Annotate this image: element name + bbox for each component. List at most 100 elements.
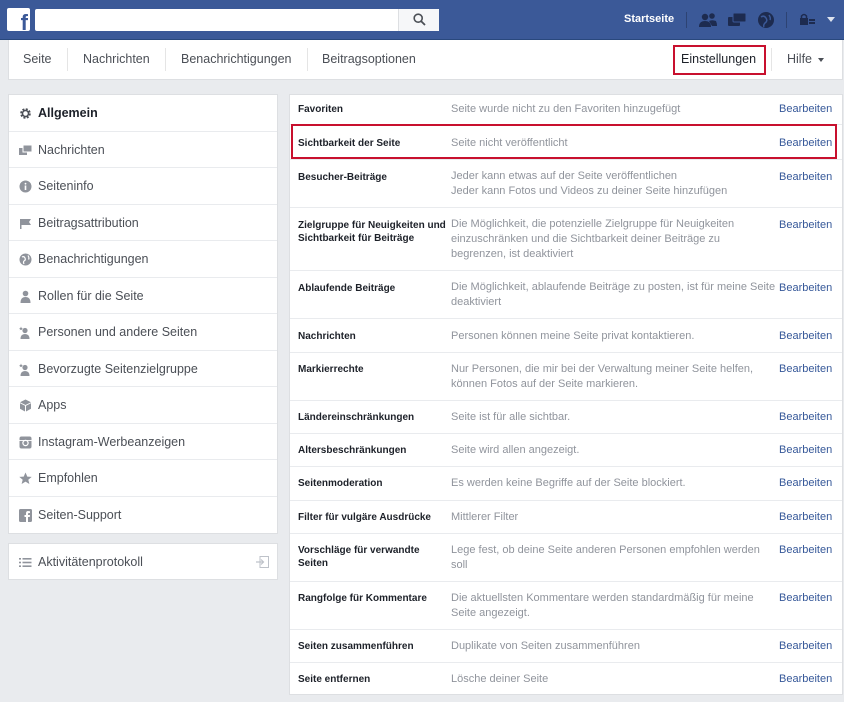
account-menu-chevron-down-icon[interactable] bbox=[827, 17, 835, 22]
settings-row-besucher: Besucher-Beiträge Jeder kann etwas auf d… bbox=[290, 160, 842, 208]
sidebar-item-seiteninfo[interactable]: Seiteninfo bbox=[9, 168, 277, 205]
sidebar-item-apps[interactable]: Apps bbox=[9, 387, 277, 424]
sidebar-item-support[interactable]: Seiten-Support bbox=[9, 497, 277, 534]
tab-seite[interactable]: Seite bbox=[23, 40, 52, 79]
edit-link[interactable]: Bearbeiten bbox=[779, 640, 832, 652]
setting-name: Seite entfernen bbox=[298, 674, 371, 685]
tab-hilfe[interactable]: Hilfe bbox=[787, 40, 825, 79]
setting-name: Filter für vulgäre Ausdrücke bbox=[298, 512, 431, 523]
setting-description: Mittlerer Filter bbox=[451, 511, 519, 523]
setting-description: Jeder kann etwas auf der Seite veröffent… bbox=[451, 170, 728, 197]
sidebar-item-label: Bevorzugte Seitenzielgruppe bbox=[38, 361, 198, 376]
sidebar-item-nachrichten[interactable]: Nachrichten bbox=[9, 132, 277, 168]
settings-row-ablaufend: Ablaufende Beiträge Die Möglichkeit, abl… bbox=[290, 271, 842, 319]
sidebar-item-beitragsattribution[interactable]: Beitragsattribution bbox=[9, 205, 277, 241]
facebook-logo-letter: f bbox=[20, 10, 28, 32]
setting-description: Seite wird allen angezeigt. bbox=[451, 444, 580, 456]
tab-beitragsoptionen[interactable]: Beitragsoptionen bbox=[322, 40, 416, 79]
settings-row-laender: Ländereinschränkungen Seite ist für alle… bbox=[290, 401, 842, 434]
settings-row-filter: Filter für vulgäre Ausdrücke Mittlerer F… bbox=[290, 501, 842, 534]
info-icon bbox=[19, 180, 32, 193]
top-bar: f Startseite bbox=[0, 0, 844, 40]
tab-hilfe-label: Hilfe bbox=[787, 52, 813, 66]
sidebar-item-label: Nachrichten bbox=[38, 142, 105, 157]
tab-separator bbox=[307, 48, 308, 71]
setting-description: Die Möglichkeit, die potenzielle Zielgru… bbox=[451, 218, 735, 260]
sidebar-item-label: Seiteninfo bbox=[38, 179, 94, 193]
tab-separator bbox=[165, 48, 166, 71]
selected-row-highlight bbox=[291, 124, 837, 159]
settings-panel: Favoriten Seite wurde nicht zu den Favor… bbox=[289, 94, 843, 695]
edit-link[interactable]: Bearbeiten bbox=[779, 411, 832, 423]
sidebar-item-benachrichtigungen[interactable]: Benachrichtigungen bbox=[9, 241, 277, 278]
setting-description: Lege fest, ob deine Seite anderen Person… bbox=[451, 544, 760, 571]
privacy-icon[interactable] bbox=[798, 11, 816, 29]
tab-nachrichten[interactable]: Nachrichten bbox=[83, 40, 150, 79]
edit-link[interactable]: Bearbeiten bbox=[779, 330, 832, 342]
edit-link[interactable]: Bearbeiten bbox=[779, 363, 832, 375]
top-separator bbox=[686, 12, 687, 28]
settings-row-entfernen: Seite entfernen Lösche deiner Seite Bear… bbox=[290, 663, 842, 694]
flag-icon bbox=[20, 218, 31, 229]
edit-link[interactable]: Bearbeiten bbox=[779, 282, 832, 294]
edit-link[interactable]: Bearbeiten bbox=[779, 103, 832, 115]
setting-description: Es werden keine Begriffe auf der Seite b… bbox=[451, 477, 686, 489]
tab-benachrichtigungen[interactable]: Benachrichtigungen bbox=[181, 40, 292, 79]
notifications-globe-icon[interactable] bbox=[756, 11, 776, 29]
edit-link[interactable]: Bearbeiten bbox=[779, 444, 832, 456]
facebook-logo-icon[interactable]: f bbox=[7, 8, 30, 31]
search-icon bbox=[413, 13, 426, 26]
sidebar-item-zielgruppe[interactable]: Bevorzugte Seitenzielgruppe bbox=[9, 351, 277, 387]
setting-name: Seiten zusammenführen bbox=[298, 641, 414, 652]
friends-icon[interactable] bbox=[698, 11, 718, 29]
setting-description: Lösche deiner Seite bbox=[451, 673, 549, 685]
setting-name: Vorschläge für verwandte Seiten bbox=[298, 545, 420, 569]
edit-link[interactable]: Bearbeiten bbox=[779, 511, 832, 523]
sidebar-item-label: Apps bbox=[38, 398, 67, 412]
person-star-icon bbox=[19, 326, 30, 339]
sidebar-item-label: Benachrichtigungen bbox=[38, 252, 149, 266]
setting-description: Seite ist für alle sichtbar. bbox=[451, 411, 571, 423]
edit-link[interactable]: Bearbeiten bbox=[779, 592, 832, 604]
page-tabs: Seite Nachrichten Benachrichtigungen Bei… bbox=[8, 40, 843, 80]
open-external-icon[interactable] bbox=[256, 556, 269, 568]
messages-icon[interactable] bbox=[727, 11, 747, 29]
sidebar-item-label: Beitragsattribution bbox=[38, 215, 139, 230]
settings-row-markierrechte: Markierrechte Nur Personen, die mir bei … bbox=[290, 353, 842, 401]
globe-icon bbox=[19, 253, 32, 266]
top-separator bbox=[786, 12, 787, 28]
settings-row-nachrichten: Nachrichten Personen können meine Seite … bbox=[290, 319, 842, 353]
sidebar-item-rollen[interactable]: Rollen für die Seite bbox=[9, 278, 277, 314]
sidebar-item-allgemein[interactable]: Allgemein bbox=[9, 95, 277, 132]
edit-link[interactable]: Bearbeiten bbox=[779, 477, 832, 489]
tab-separator bbox=[771, 48, 772, 71]
cube-icon bbox=[20, 399, 31, 412]
setting-name: Ländereinschränkungen bbox=[298, 412, 415, 423]
home-link[interactable]: Startseite bbox=[624, 13, 674, 25]
list-icon bbox=[19, 558, 32, 567]
sidebar-item-empfohlen[interactable]: Empfohlen bbox=[9, 460, 277, 497]
setting-description: Die Möglichkeit, ablaufende Beiträge zu … bbox=[451, 281, 776, 308]
gear-icon bbox=[20, 108, 31, 119]
star-icon bbox=[19, 472, 32, 484]
setting-description: Duplikate von Seiten zusammenführen bbox=[451, 640, 640, 652]
setting-name: Altersbeschränkungen bbox=[298, 445, 407, 456]
settings-row-favoriten: Favoriten Seite wurde nicht zu den Favor… bbox=[290, 95, 842, 125]
setting-name: Ablaufende Beiträge bbox=[298, 283, 396, 294]
setting-name: Markierrechte bbox=[298, 364, 364, 375]
edit-link[interactable]: Bearbeiten bbox=[779, 544, 832, 556]
edit-link[interactable]: Bearbeiten bbox=[779, 673, 832, 685]
settings-sidebar: Allgemein Nachrichten Seiteninfo Beitrag… bbox=[8, 94, 278, 534]
sidebar-item-label: Rollen für die Seite bbox=[38, 288, 144, 303]
sidebar-item-aktivitaetenprotokoll[interactable]: Aktivitätenprotokoll bbox=[8, 543, 278, 580]
chevron-down-icon bbox=[818, 57, 825, 62]
settings-row-zusammenfuehren: Seiten zusammenführen Duplikate von Seit… bbox=[290, 630, 842, 663]
sidebar-item-instagram[interactable]: Instagram-Werbeanzeigen bbox=[9, 424, 277, 460]
search-button[interactable] bbox=[398, 9, 439, 31]
selected-tab-highlight bbox=[673, 45, 766, 75]
person-star-icon bbox=[19, 363, 30, 376]
edit-link[interactable]: Bearbeiten bbox=[779, 171, 832, 183]
search-input[interactable] bbox=[35, 9, 439, 31]
sidebar-item-personen[interactable]: Personen und andere Seiten bbox=[9, 314, 277, 351]
edit-link[interactable]: Bearbeiten bbox=[779, 219, 832, 231]
